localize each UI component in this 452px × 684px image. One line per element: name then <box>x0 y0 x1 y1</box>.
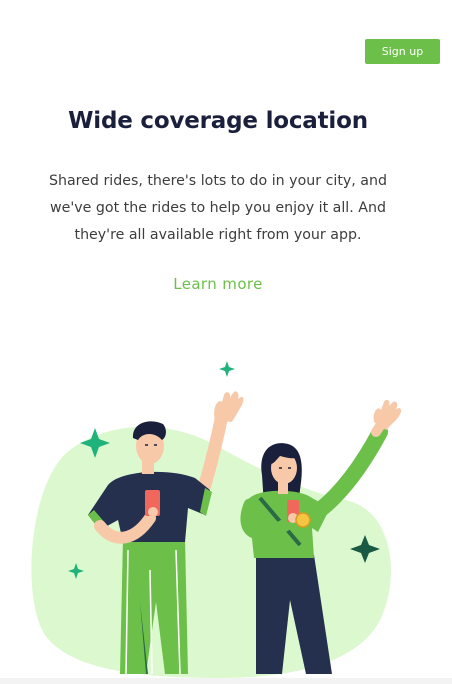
footer-divider <box>0 678 452 684</box>
hero-description: Shared rides, there's lots to do in your… <box>48 173 387 243</box>
page-title: Wide coverage location <box>68 108 368 134</box>
coin-icon <box>295 512 311 528</box>
sign-up-button[interactable]: Sign up <box>365 39 440 64</box>
learn-more-link[interactable]: Learn more <box>0 275 436 293</box>
people-waving-illustration <box>31 361 402 678</box>
sparkle-icon <box>219 361 235 377</box>
